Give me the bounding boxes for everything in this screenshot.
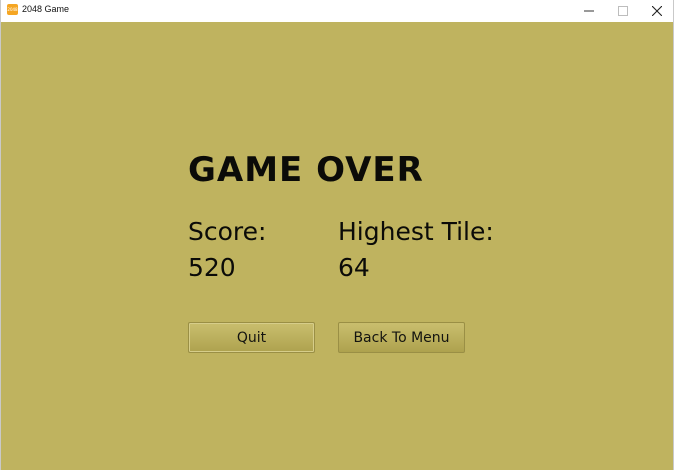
score-value: 520	[188, 253, 236, 282]
maximize-button[interactable]	[605, 0, 641, 22]
highest-tile-value: 64	[338, 253, 370, 282]
title-bar[interactable]: 2048 2048 Game	[1, 0, 673, 22]
app-2048-icon: 2048	[7, 4, 18, 15]
game-over-title: GAME OVER	[188, 150, 424, 190]
score-label: Score:	[188, 217, 267, 246]
quit-button[interactable]: Quit	[188, 322, 315, 353]
minimize-icon	[584, 10, 594, 12]
back-to-menu-button[interactable]: Back To Menu	[338, 322, 465, 353]
quit-button-label: Quit	[236, 329, 267, 346]
window-title: 2048 Game	[22, 4, 70, 14]
maximize-icon	[618, 6, 628, 16]
app-icon-text: 2048	[7, 6, 18, 12]
game-over-screen: GAME OVER Score: 520 Highest Tile: 64 Qu…	[1, 22, 673, 470]
back-to-menu-button-label: Back To Menu	[353, 329, 450, 346]
close-icon	[652, 6, 662, 16]
highest-tile-label: Highest Tile:	[338, 217, 494, 246]
app-window: 2048 2048 Game GAME OVER Score: 520 High…	[0, 0, 674, 470]
minimize-button[interactable]	[571, 0, 607, 22]
close-button[interactable]	[639, 0, 674, 22]
